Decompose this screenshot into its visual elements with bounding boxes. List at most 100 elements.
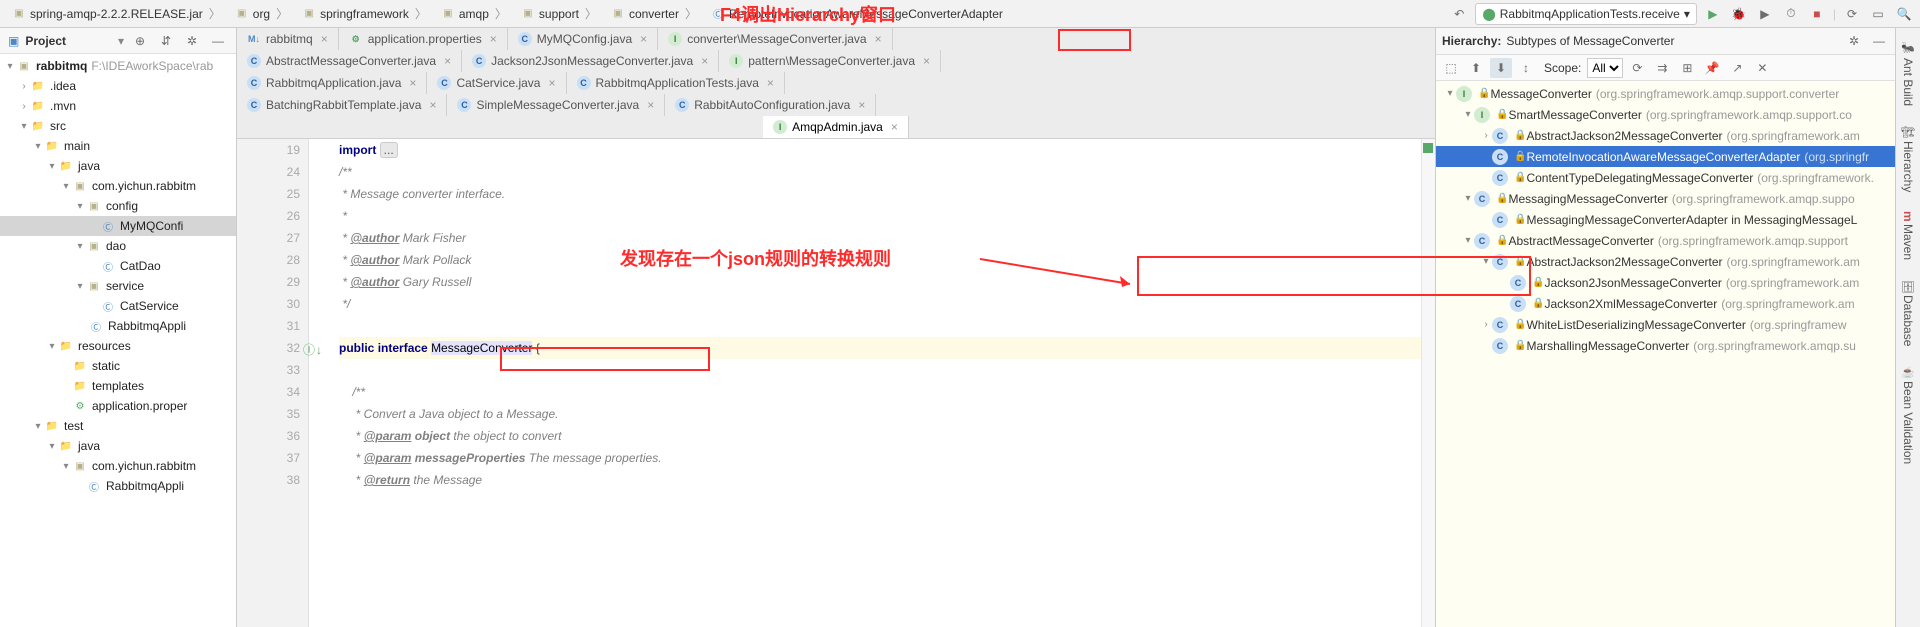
export-icon[interactable]: ↗ [1726,58,1748,78]
hierarchy-item[interactable]: C🔒ContentTypeDelegatingMessageConverter(… [1436,167,1895,188]
crumb-class[interactable]: Ⓒ RemoteInvocationAwareMessageConverterA… [705,5,1009,23]
profile-icon[interactable]: ⏱ [1781,4,1801,24]
gear-icon[interactable]: ✲ [182,31,202,51]
scope-select[interactable]: All [1587,58,1623,78]
hierarchy-item[interactable]: C🔒RemoteInvocationAwareMessageConverterA… [1436,146,1895,167]
close-icon[interactable]: × [444,54,451,68]
tree-item[interactable]: ▾📁test [0,416,236,436]
tree-item[interactable]: 📁static [0,356,236,376]
hierarchy-item[interactable]: ▾I🔒SmartMessageConverter(org.springframe… [1436,104,1895,125]
chevron-down-icon[interactable]: ▾ [118,34,124,48]
tab-jackson2json[interactable]: CJackson2JsonMessageConverter.java× [462,50,719,72]
project-tree[interactable]: ▾▣rabbitmqF:\IDEAworkSpace\rab ›📁.idea ›… [0,54,236,627]
tree-item[interactable]: ▾📁src [0,116,236,136]
close-icon[interactable]: × [490,32,497,46]
tree-item[interactable]: ⒸCatDao [0,256,236,276]
back-icon[interactable]: ↶ [1449,4,1469,24]
crumb-jar[interactable]: ▣ spring-amqp-2.2.2.RELEASE.jar〉 [6,3,227,24]
tab-patternmsg[interactable]: Ipattern\MessageConverter.java× [719,50,941,72]
class-hierarchy-icon[interactable]: ⬚ [1440,58,1462,78]
close-icon[interactable]: × [548,76,555,90]
crumb-pkg[interactable]: ▣ springframework〉 [296,3,433,24]
crumb-pkg[interactable]: ▣ converter〉 [605,3,703,24]
gear-icon[interactable]: ✲ [1844,31,1864,51]
hierarchy-item[interactable]: C🔒MarshallingMessageConverter(org.spring… [1436,335,1895,356]
close-icon[interactable]: × [640,32,647,46]
tree-item[interactable]: 📁templates [0,376,236,396]
autoscroll-icon[interactable]: ⇉ [1651,58,1673,78]
tab-batching[interactable]: CBatchingRabbitTemplate.java× [237,94,447,116]
tab-mymqconfig[interactable]: CMyMQConfig.java× [508,28,658,50]
close-icon[interactable]: × [409,76,416,90]
tree-item[interactable]: ▾📁java [0,156,236,176]
run-config-select[interactable]: ⬤ RabbitmqApplicationTests.receive ▾ [1475,3,1697,25]
close-icon[interactable]: × [429,98,436,112]
gutter-maven[interactable]: m Maven [1899,207,1917,265]
hide-icon[interactable]: — [1869,31,1889,51]
tree-item[interactable]: ▾▣config [0,196,236,216]
hierarchy-item[interactable]: ▾C🔒MessagingMessageConverter(org.springf… [1436,188,1895,209]
collapse-icon[interactable]: ⇵ [156,31,176,51]
hierarchy-item[interactable]: ▾I🔒MessageConverter(org.springframework.… [1436,83,1895,104]
code-editor[interactable]: import ... /** * Message converter inter… [309,139,1435,627]
vcs-icon[interactable]: ⟳ [1842,4,1862,24]
close-icon[interactable]: × [701,54,708,68]
close-icon[interactable]: × [923,54,930,68]
tree-item[interactable]: ⒸRabbitmqAppli [0,316,236,336]
close-icon[interactable]: ✕ [1751,58,1773,78]
refresh-icon[interactable]: ⟳ [1626,58,1648,78]
tree-item[interactable]: ▾▣com.yichun.rabbitm [0,176,236,196]
crumb-pkg[interactable]: ▣ amqp〉 [435,3,513,24]
tree-item[interactable]: ⒸMyMQConfi [0,216,236,236]
close-icon[interactable]: × [891,120,898,134]
tab-rabbitmqtests[interactable]: CRabbitmqApplicationTests.java× [567,72,785,94]
gutter-bean[interactable]: ☕ Bean Validation [1899,361,1917,469]
tree-item[interactable]: ▾📁resources [0,336,236,356]
tab-rabbitmqapp[interactable]: CRabbitmqApplication.java× [237,72,427,94]
tree-item[interactable]: ›📁.idea [0,76,236,96]
gutter-database[interactable]: 🗄 Database [1899,275,1917,351]
tab-abstractmsg[interactable]: CAbstractMessageConverter.java× [237,50,462,72]
coverage-icon[interactable]: ▶ [1755,4,1775,24]
hierarchy-item[interactable]: ›C🔒AbstractJackson2MessageConverter(org.… [1436,125,1895,146]
tab-catservice[interactable]: CCatService.java× [427,72,566,94]
search-icon[interactable]: 🔍 [1894,4,1914,24]
tab-autoconfig[interactable]: CRabbitAutoConfiguration.java× [665,94,876,116]
expand-icon[interactable]: ⊞ [1676,58,1698,78]
tab-amqpadmin[interactable]: IAmqpAdmin.java× [763,116,909,138]
subtypes-icon[interactable]: ⬇ [1490,58,1512,78]
hide-icon[interactable]: — [208,31,228,51]
project-view-icon[interactable]: ▣ [8,34,19,48]
tree-item[interactable]: ▾▣com.yichun.rabbitm [0,456,236,476]
hierarchy-item[interactable]: ▾C🔒AbstractJackson2MessageConverter(org.… [1436,251,1895,272]
tree-item[interactable]: ▾📁main [0,136,236,156]
hierarchy-item[interactable]: C🔒Jackson2XmlMessageConverter(org.spring… [1436,293,1895,314]
gutter-hierarchy[interactable]: 🏗 Hierarchy [1899,120,1917,196]
supertypes-icon[interactable]: ⬆ [1465,58,1487,78]
run-icon[interactable]: ▶ [1703,4,1723,24]
hierarchy-item[interactable]: C🔒MessagingMessageConverterAdapter in Me… [1436,209,1895,230]
pin-icon[interactable]: 📌 [1701,58,1723,78]
crumb-pkg[interactable]: ▣ support〉 [515,3,603,24]
debug-icon[interactable]: 🐞 [1729,4,1749,24]
tab-simplemsg[interactable]: CSimpleMessageConverter.java× [447,94,665,116]
tree-item[interactable]: ›📁.mvn [0,96,236,116]
close-icon[interactable]: × [875,32,882,46]
hierarchy-item[interactable]: ›C🔒WhiteListDeserializingMessageConverte… [1436,314,1895,335]
crumb-pkg[interactable]: ▣ org〉 [229,3,294,24]
locate-icon[interactable]: ⊕ [130,31,150,51]
close-icon[interactable]: × [321,32,328,46]
close-icon[interactable]: × [858,98,865,112]
tree-item[interactable]: ▾▣dao [0,236,236,256]
tree-item[interactable]: ▾▣service [0,276,236,296]
tree-item[interactable]: ⒸRabbitmqAppli [0,476,236,496]
error-stripe[interactable] [1421,139,1435,627]
sort-icon[interactable]: ↕ [1515,58,1537,78]
hierarchy-item[interactable]: C🔒Jackson2JsonMessageConverter(org.sprin… [1436,272,1895,293]
layout-icon[interactable]: ▭ [1868,4,1888,24]
close-icon[interactable]: × [767,76,774,90]
tree-item[interactable]: ⒸCatService [0,296,236,316]
gutter-ant[interactable]: 🐜 Ant Build [1899,38,1917,110]
tree-item[interactable]: ⚙application.proper [0,396,236,416]
tab-rabbitmq[interactable]: M↓rabbitmq× [237,28,339,50]
